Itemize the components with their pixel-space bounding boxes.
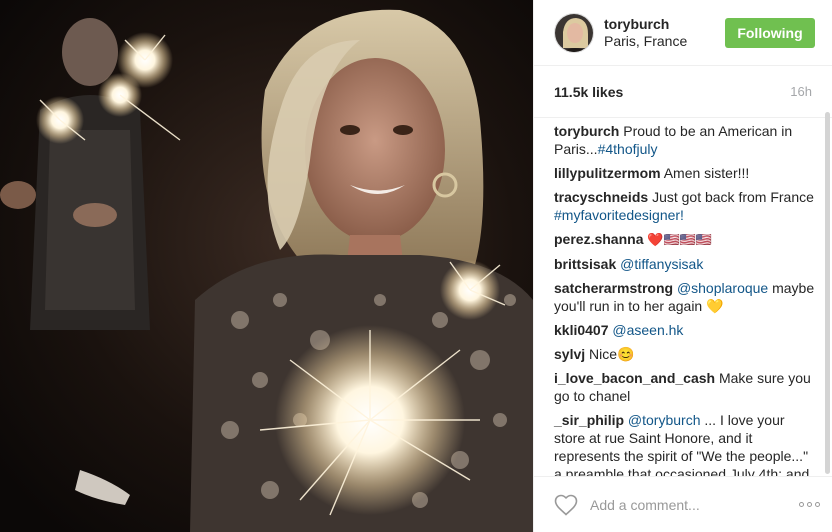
comment: lillypulitzermom Amen sister!!! — [554, 164, 819, 182]
comment-username[interactable]: satcherarmstrong — [554, 280, 673, 296]
hashtag-link[interactable]: #myfavoritedesigner! — [554, 207, 684, 223]
post-sidebar: toryburch Paris, France Following 11.5k … — [533, 0, 832, 532]
more-options-icon[interactable] — [799, 500, 821, 510]
comment: perez.shanna ❤️🇺🇸🇺🇸🇺🇸 — [554, 230, 819, 249]
comment-text: Amen sister!!! — [663, 165, 750, 181]
post-header: toryburch Paris, France Following — [534, 0, 832, 66]
comment-username[interactable]: i_love_bacon_and_cash — [554, 370, 715, 386]
post-author: toryburch Paris, France — [604, 16, 725, 50]
dot-icon — [807, 502, 812, 507]
hashtag-link[interactable]: #4thofjuly — [598, 141, 658, 157]
comment-username[interactable]: perez.shanna — [554, 231, 643, 247]
add-comment-input[interactable] — [588, 495, 799, 514]
avatar[interactable] — [554, 12, 594, 53]
comment-text: Nice😊 — [589, 346, 635, 362]
comment-username[interactable]: toryburch — [554, 123, 619, 139]
dot-icon — [815, 502, 820, 507]
comment-username[interactable]: brittsisak — [554, 256, 616, 272]
comment-username[interactable]: lillypulitzermom — [554, 165, 661, 181]
heart-icon[interactable] — [554, 494, 578, 516]
comments-scrollbar[interactable] — [825, 112, 830, 474]
mention-link[interactable]: @shoplaroque — [677, 280, 768, 296]
comments-list[interactable]: toryburch Proud to be an American in Par… — [534, 118, 832, 476]
comment-username[interactable]: _sir_philip — [554, 412, 624, 428]
comment-username[interactable]: sylvj — [554, 346, 585, 362]
comment: satcherarmstrong @shoplaroque maybe you'… — [554, 279, 819, 315]
comment-text: ❤️🇺🇸🇺🇸🇺🇸 — [647, 232, 713, 247]
comment: brittsisak @tiffanysisak — [554, 255, 819, 273]
comment-username[interactable]: kkli0407 — [554, 322, 609, 338]
comment-text: Just got back from France — [652, 189, 814, 205]
comment: i_love_bacon_and_cash Make sure you go t… — [554, 369, 819, 405]
post-footer — [534, 476, 832, 532]
instagram-post: toryburch Paris, France Following 11.5k … — [0, 0, 832, 532]
mention-link[interactable]: @aseen.hk — [612, 322, 683, 338]
likes-count[interactable]: 11.5k likes — [554, 84, 623, 100]
comment-username[interactable]: tracyschneids — [554, 189, 648, 205]
post-location[interactable]: Paris, France — [604, 33, 725, 50]
comment: tracyschneids Just got back from France … — [554, 188, 819, 224]
comment: kkli0407 @aseen.hk — [554, 321, 819, 339]
post-timestamp[interactable]: 16h — [790, 84, 812, 99]
mention-link[interactable]: @tiffanysisak — [620, 256, 703, 272]
following-button[interactable]: Following — [725, 17, 815, 48]
mention-link[interactable]: @toryburch — [628, 412, 701, 428]
photo-image — [0, 0, 533, 532]
comment: toryburch Proud to be an American in Par… — [554, 122, 819, 158]
avatar-image — [555, 13, 593, 52]
comment: _sir_philip @toryburch ... I love your s… — [554, 411, 819, 476]
dot-icon — [799, 502, 804, 507]
scrollbar-thumb[interactable] — [825, 112, 830, 474]
post-stats: 11.5k likes 16h — [534, 66, 832, 118]
author-username[interactable]: toryburch — [604, 16, 725, 33]
comment: sylvj Nice😊 — [554, 345, 819, 363]
post-photo[interactable] — [0, 0, 533, 532]
